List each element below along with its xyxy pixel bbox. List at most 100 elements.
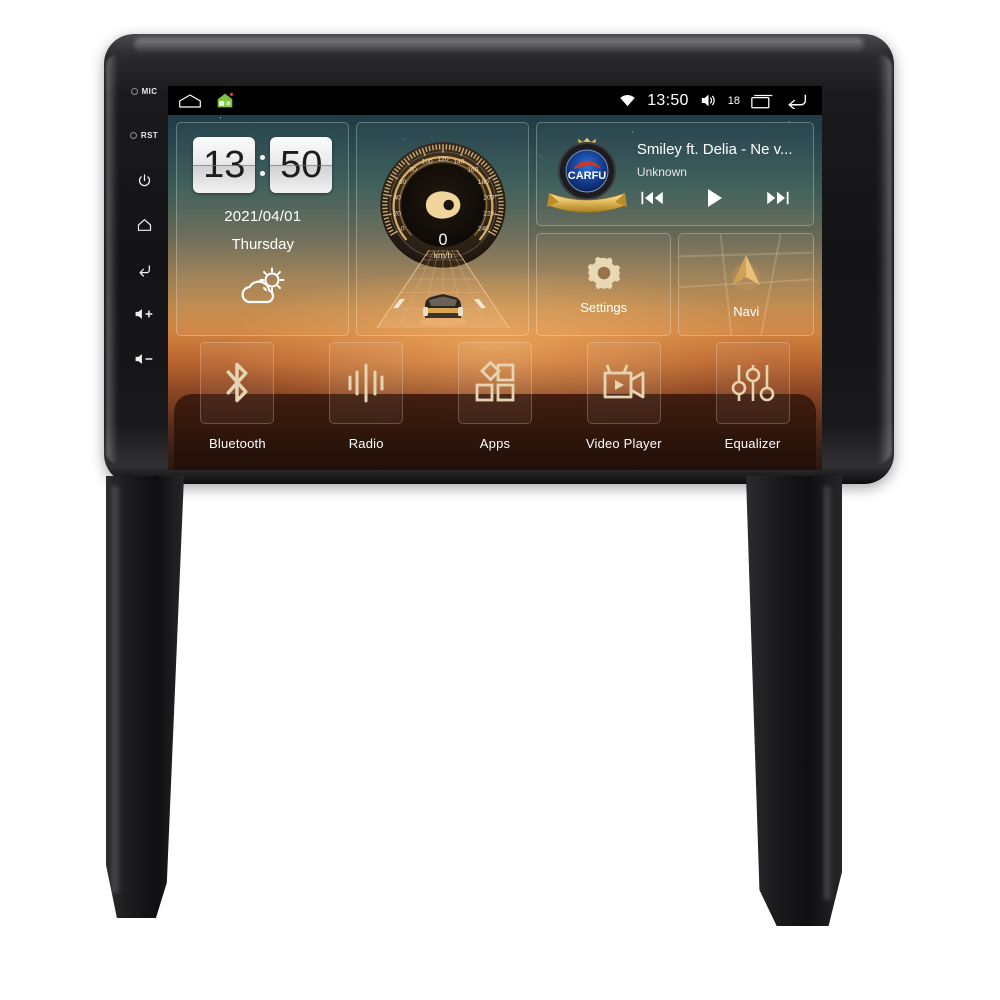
skip-back-icon (641, 191, 663, 204)
power-icon (138, 174, 150, 186)
svg-text:200: 200 (483, 194, 494, 201)
screenshot-root: MIC RST 13:50 18 13 50 2021/04/01 Thursd… (0, 0, 1000, 1000)
home-icon (137, 219, 151, 231)
svg-text:140: 140 (453, 159, 464, 166)
side-button-column: MIC RST (120, 82, 168, 368)
carfu-badge-logo: CARFU (546, 137, 627, 213)
album-art-text: CARFU (568, 170, 607, 182)
status-bar: 13:50 18 (168, 86, 822, 115)
mounting-bracket-right (746, 476, 842, 926)
led-dot-icon (130, 87, 138, 95)
skip-forward-icon (767, 191, 789, 204)
back-button[interactable] (120, 261, 168, 279)
next-track-button[interactable] (765, 190, 789, 206)
dock-item-apps[interactable]: Apps (434, 342, 557, 460)
recents-icon[interactable] (751, 93, 773, 109)
bracket-left-highlight (112, 486, 122, 893)
tile-navi[interactable]: Navi (678, 233, 815, 336)
clock-hours: 13 (193, 137, 256, 193)
svg-text:100: 100 (421, 159, 432, 166)
volume-icon (701, 94, 715, 107)
dock-item-equalizer[interactable]: Equalizer (691, 342, 814, 460)
svg-text:220: 220 (483, 210, 494, 217)
volume-up-icon (135, 309, 153, 320)
reset-label: RST (140, 131, 159, 141)
previous-track-button[interactable] (641, 190, 665, 206)
volume-up-button[interactable] (120, 305, 168, 323)
svg-text:20: 20 (393, 210, 401, 217)
home-button[interactable] (120, 216, 168, 234)
clock-minutes: 50 (270, 137, 333, 193)
svg-text:60: 60 (399, 179, 407, 186)
speed-value: 0 (438, 231, 447, 249)
svg-text:180: 180 (477, 179, 488, 186)
volume-down-button[interactable] (120, 350, 168, 368)
tile-settings[interactable]: Settings (535, 233, 672, 336)
dock-item-video-player[interactable]: Video Player (562, 342, 685, 460)
dock-icon-box (457, 342, 532, 424)
reset-button[interactable]: RST (120, 127, 168, 145)
album-art: CARFU (545, 129, 629, 220)
flip-clock: 13 50 (193, 137, 333, 193)
speedometer-widget[interactable]: 020406080100120140160180200220240 0 km/h (356, 122, 529, 336)
back-arrow-icon (139, 264, 150, 277)
status-bar-time: 13:50 (647, 91, 689, 109)
svg-text:0: 0 (401, 226, 405, 233)
dock-icon-box (200, 342, 275, 424)
play-button[interactable] (706, 188, 724, 208)
gear-icon (587, 256, 620, 289)
svg-text:80: 80 (409, 167, 417, 174)
track-title: Smiley ft. Delia - Ne v... (636, 140, 793, 158)
mic-indicator: MIC (120, 82, 168, 100)
speed-needle-icon (425, 191, 461, 219)
dock-icon-box (715, 342, 790, 424)
wifi-icon (620, 94, 635, 106)
widget-row: 13 50 2021/04/01 Thursday 0 20 40 60 80 … (176, 122, 815, 336)
dock-label-radio: Radio (348, 436, 384, 451)
touchscreen-display[interactable]: 13:50 18 13 50 2021/04/01 Thursday 0 20 … (168, 86, 822, 470)
led-dot-icon (129, 132, 137, 140)
partly-cloudy-icon (241, 267, 285, 304)
power-button[interactable] (120, 171, 168, 189)
navbar-home-outline-icon[interactable] (178, 93, 202, 109)
svg-text:40: 40 (393, 194, 401, 201)
playback-controls (637, 188, 799, 208)
clock-date: 2021/04/01 (224, 208, 302, 225)
navigation-arrow-icon (732, 254, 761, 291)
dock-icon-box (586, 342, 661, 424)
dock-label-bluetooth: Bluetooth (209, 436, 266, 451)
dock-icon-box (329, 342, 404, 424)
radio-waveform-icon (348, 363, 384, 403)
clock-weekday: Thursday (231, 236, 294, 253)
app-dock: Bluetooth Radio Apps Video Player Equali… (176, 342, 814, 460)
video-camera-icon (603, 364, 645, 399)
dock-label-video: Apps (479, 436, 511, 451)
dock-item-radio[interactable]: Radio (305, 342, 428, 460)
dock-item-bluetooth[interactable]: Bluetooth (176, 342, 299, 460)
dock-label-equalizer: Equalizer (724, 436, 781, 451)
bezel-top-highlight (134, 38, 864, 52)
volume-level: 18 (727, 94, 740, 107)
green-house-icon[interactable] (216, 92, 234, 109)
bluetooth-icon (226, 362, 248, 403)
play-icon (707, 188, 722, 207)
equalizer-sliders-icon (731, 365, 774, 402)
mounting-bracket-left (106, 476, 184, 918)
back-icon[interactable] (784, 92, 808, 109)
tile-settings-label: Settings (580, 299, 628, 315)
svg-text:120: 120 (437, 156, 448, 163)
clock-colon (258, 154, 267, 176)
music-metadata: Smiley ft. Delia - Ne v... Unknown (637, 141, 805, 208)
svg-text:240: 240 (477, 226, 488, 233)
dock-label-apps: Video Player (585, 436, 662, 451)
bracket-right-highlight (824, 486, 834, 900)
apps-grid-icon (475, 361, 515, 402)
weather-widget[interactable] (234, 266, 292, 313)
mic-label: MIC (141, 86, 158, 96)
clock-widget[interactable]: 13 50 2021/04/01 Thursday (176, 122, 350, 336)
volume-down-icon (135, 354, 153, 364)
right-widget-column: CARFU Smiley ft. Delia - Ne v... Unknown (535, 122, 815, 336)
music-widget[interactable]: CARFU Smiley ft. Delia - Ne v... Unknown (535, 122, 815, 226)
shortcut-tile-row: Settings Navi (535, 233, 815, 336)
road-animation (359, 249, 527, 333)
